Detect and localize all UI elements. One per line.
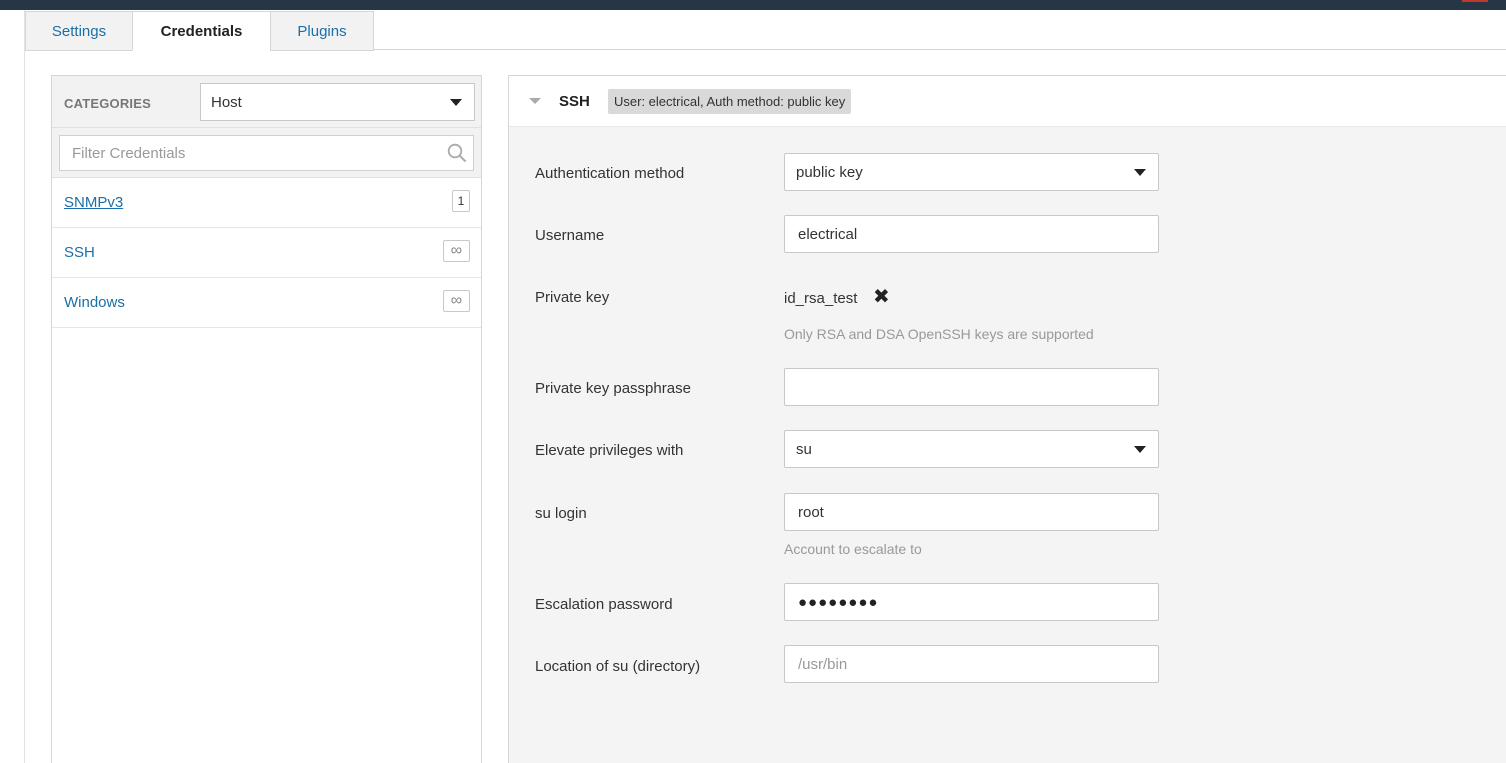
list-item-snmpv3: SNMPv3 1: [52, 178, 481, 228]
chevron-down-icon: [1134, 446, 1146, 453]
password-mask: ●●●●●●●●: [798, 593, 879, 611]
private-key-label: Private key: [535, 289, 610, 306]
private-key-filename: id_rsa_test: [784, 290, 858, 307]
summary-badge: User: electrical, Auth method: public ke…: [608, 89, 852, 114]
filter-row: [52, 128, 481, 178]
categories-header: CATEGORIES Host: [52, 76, 481, 128]
username-field[interactable]: electrical: [784, 215, 1159, 253]
su-login-help: Account to escalate to: [784, 541, 922, 557]
ssh-credential-panel: SSH User: electrical, Auth method: publi…: [508, 75, 1506, 763]
su-location-label: Location of su (directory): [535, 658, 701, 675]
top-bar: [0, 0, 1506, 10]
section-title: SSH: [559, 93, 590, 110]
auth-method-value: public key: [796, 163, 863, 181]
auth-method-label: Authentication method: [535, 165, 685, 182]
filter-credentials-input[interactable]: [59, 135, 474, 171]
list-item-ssh: SSH ∞: [52, 228, 481, 278]
credential-link-snmpv3[interactable]: SNMPv3: [64, 194, 123, 211]
categories-label: CATEGORIES: [64, 96, 151, 111]
infinity-badge: ∞: [443, 290, 470, 312]
close-icon[interactable]: ✖: [873, 287, 890, 307]
content-frame: Settings Credentials Plugins CATEGORIES …: [24, 10, 1506, 763]
search-icon[interactable]: [447, 143, 467, 163]
tab-credentials[interactable]: Credentials: [132, 11, 271, 51]
collapse-triangle-icon[interactable]: [529, 98, 541, 104]
su-login-label: su login: [535, 505, 587, 522]
elevate-value: su: [796, 440, 812, 458]
tab-plugins[interactable]: Plugins: [270, 11, 374, 51]
chevron-down-icon: [1134, 169, 1146, 176]
chevron-down-icon: [450, 99, 462, 106]
auth-method-select[interactable]: public key: [784, 153, 1159, 191]
ssh-section-header[interactable]: SSH User: electrical, Auth method: publi…: [509, 76, 1506, 127]
su-login-value: root: [798, 503, 824, 521]
passphrase-field[interactable]: [784, 368, 1159, 406]
top-bar-accent: [1462, 0, 1488, 2]
username-label: Username: [535, 227, 605, 244]
infinity-badge: ∞: [443, 240, 470, 262]
list-item-windows: Windows ∞: [52, 278, 481, 328]
credential-link-windows[interactable]: Windows: [64, 294, 125, 311]
escalation-password-field[interactable]: ●●●●●●●●: [784, 583, 1159, 621]
escalation-password-label: Escalation password: [535, 596, 673, 613]
credential-link-ssh[interactable]: SSH: [64, 244, 95, 261]
su-location-field[interactable]: [784, 645, 1159, 683]
passphrase-label: Private key passphrase: [535, 380, 691, 397]
elevate-label: Elevate privileges with: [535, 442, 684, 459]
tab-settings[interactable]: Settings: [25, 11, 133, 51]
username-value: electrical: [798, 225, 858, 243]
tab-bar: Settings Credentials Plugins: [25, 10, 1506, 51]
credentials-sidebar: CATEGORIES Host SNMPv3 1 SSH ∞ Windows ∞: [51, 75, 482, 763]
category-select[interactable]: Host: [200, 83, 475, 121]
elevate-select[interactable]: su: [784, 430, 1159, 468]
category-select-value: Host: [211, 93, 242, 111]
count-badge: 1: [452, 190, 470, 212]
su-login-field[interactable]: root: [784, 493, 1159, 531]
private-key-help: Only RSA and DSA OpenSSH keys are suppor…: [784, 326, 1094, 342]
